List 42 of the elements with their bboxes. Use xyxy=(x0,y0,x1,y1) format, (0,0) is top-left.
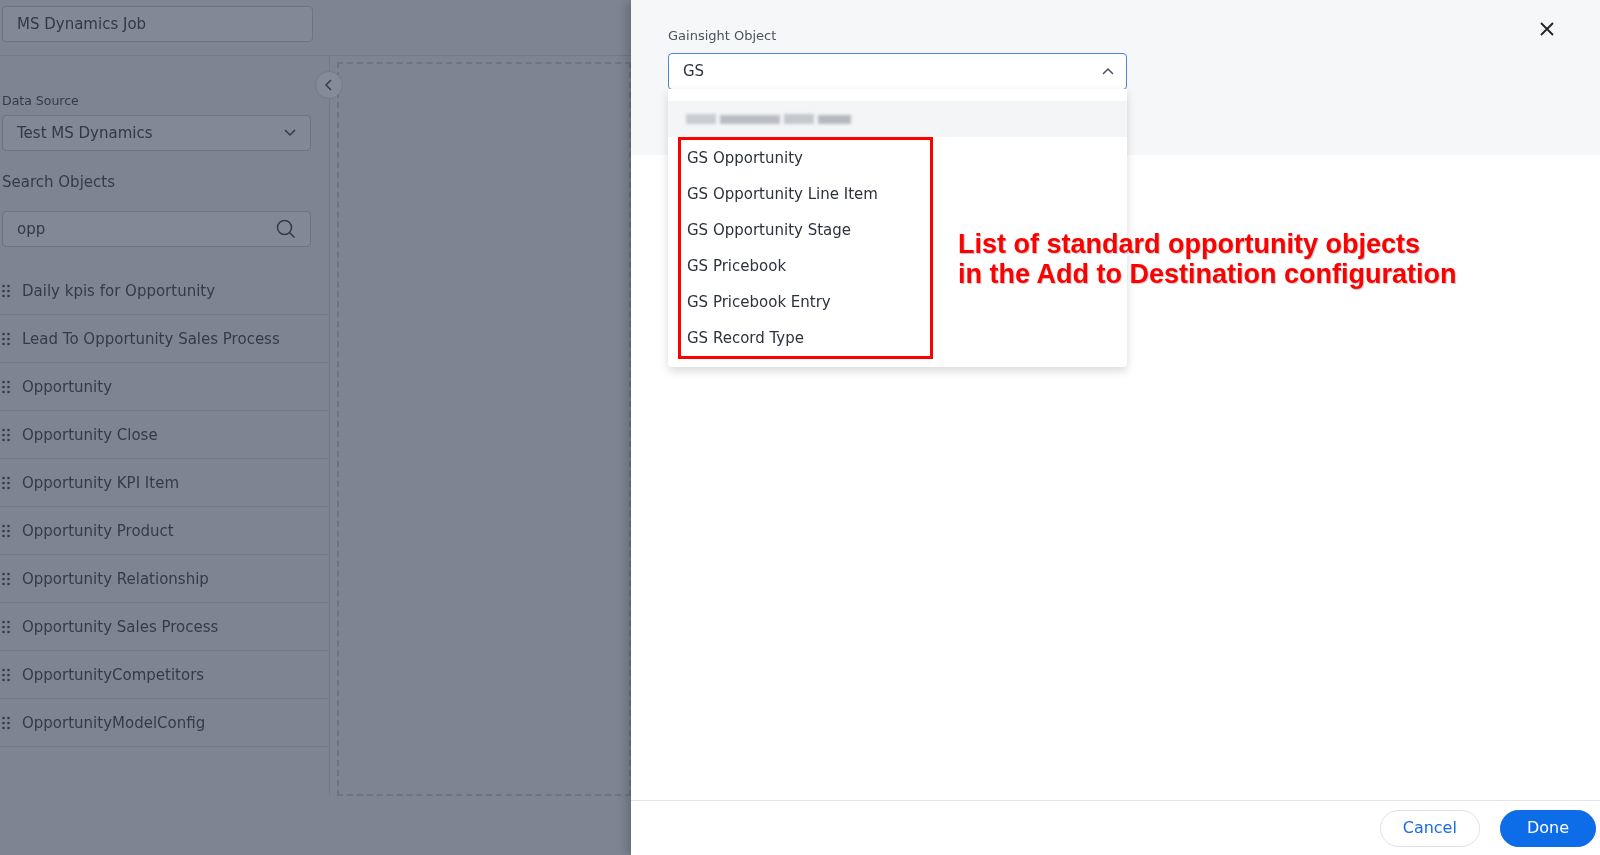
drag-handle-icon[interactable] xyxy=(2,619,10,634)
drag-handle-icon[interactable] xyxy=(2,331,10,346)
dropdown-option[interactable]: GS Pricebook Entry xyxy=(687,290,831,314)
dropdown-option[interactable]: GS Opportunity xyxy=(687,146,803,170)
object-name[interactable]: Daily kpis for Opportunity xyxy=(22,279,216,302)
search-field[interactable]: opp xyxy=(2,211,311,248)
object-name[interactable]: Opportunity KPI Item xyxy=(22,471,179,494)
drag-handle-icon[interactable] xyxy=(2,667,10,682)
object-select[interactable]: GS xyxy=(668,52,1127,90)
drag-handle-icon[interactable] xyxy=(2,379,10,394)
data-source-select[interactable]: Test MS Dynamics xyxy=(2,114,311,151)
dropdown-option[interactable]: GS Record Type xyxy=(687,326,804,350)
object-name[interactable]: Opportunity Close xyxy=(22,423,158,446)
drag-handle-icon[interactable] xyxy=(2,427,10,442)
drag-handle-icon[interactable] xyxy=(2,571,10,586)
chevron-left-icon xyxy=(325,79,333,91)
search-icon xyxy=(276,219,296,240)
chevron-down-icon xyxy=(284,128,296,137)
object-name[interactable]: Opportunity Relationship xyxy=(22,567,209,590)
section-label: Search Objects xyxy=(2,171,116,193)
drag-handle-icon[interactable] xyxy=(2,715,10,730)
field-label: Data Source xyxy=(2,92,80,110)
cancel-button[interactable]: Cancel xyxy=(1379,809,1480,847)
object-name[interactable]: OpportunityCompetitors xyxy=(22,663,205,686)
job-name-field[interactable]: MS Dynamics Job xyxy=(2,6,313,42)
drag-handle-icon[interactable] xyxy=(2,523,10,538)
done-button[interactable]: Done xyxy=(1499,809,1596,847)
close-icon[interactable] xyxy=(1540,22,1554,36)
dropdown-option[interactable]: GS Opportunity Stage xyxy=(687,218,852,242)
dropdown-option[interactable]: GS Opportunity Line Item xyxy=(687,182,878,206)
object-name[interactable]: Opportunity Product xyxy=(22,519,174,542)
collapse-button[interactable] xyxy=(315,71,343,99)
dropdown-option[interactable]: GS Pricebook xyxy=(687,254,787,278)
chevron-up-icon xyxy=(1102,67,1114,75)
object-name[interactable]: Lead To Opportunity Sales Process xyxy=(22,327,280,350)
object-name[interactable]: Opportunity Sales Process xyxy=(22,615,219,638)
object-name[interactable]: Opportunity xyxy=(22,375,112,398)
annotation-text: List of standard opportunity objects in the Add to Destination configuration xyxy=(958,229,1457,289)
field-label: Gainsight Object xyxy=(668,27,777,45)
object-name[interactable]: OpportunityModelConfig xyxy=(22,711,206,734)
drag-handle-icon[interactable] xyxy=(2,283,10,298)
drag-handle-icon[interactable] xyxy=(2,475,10,490)
